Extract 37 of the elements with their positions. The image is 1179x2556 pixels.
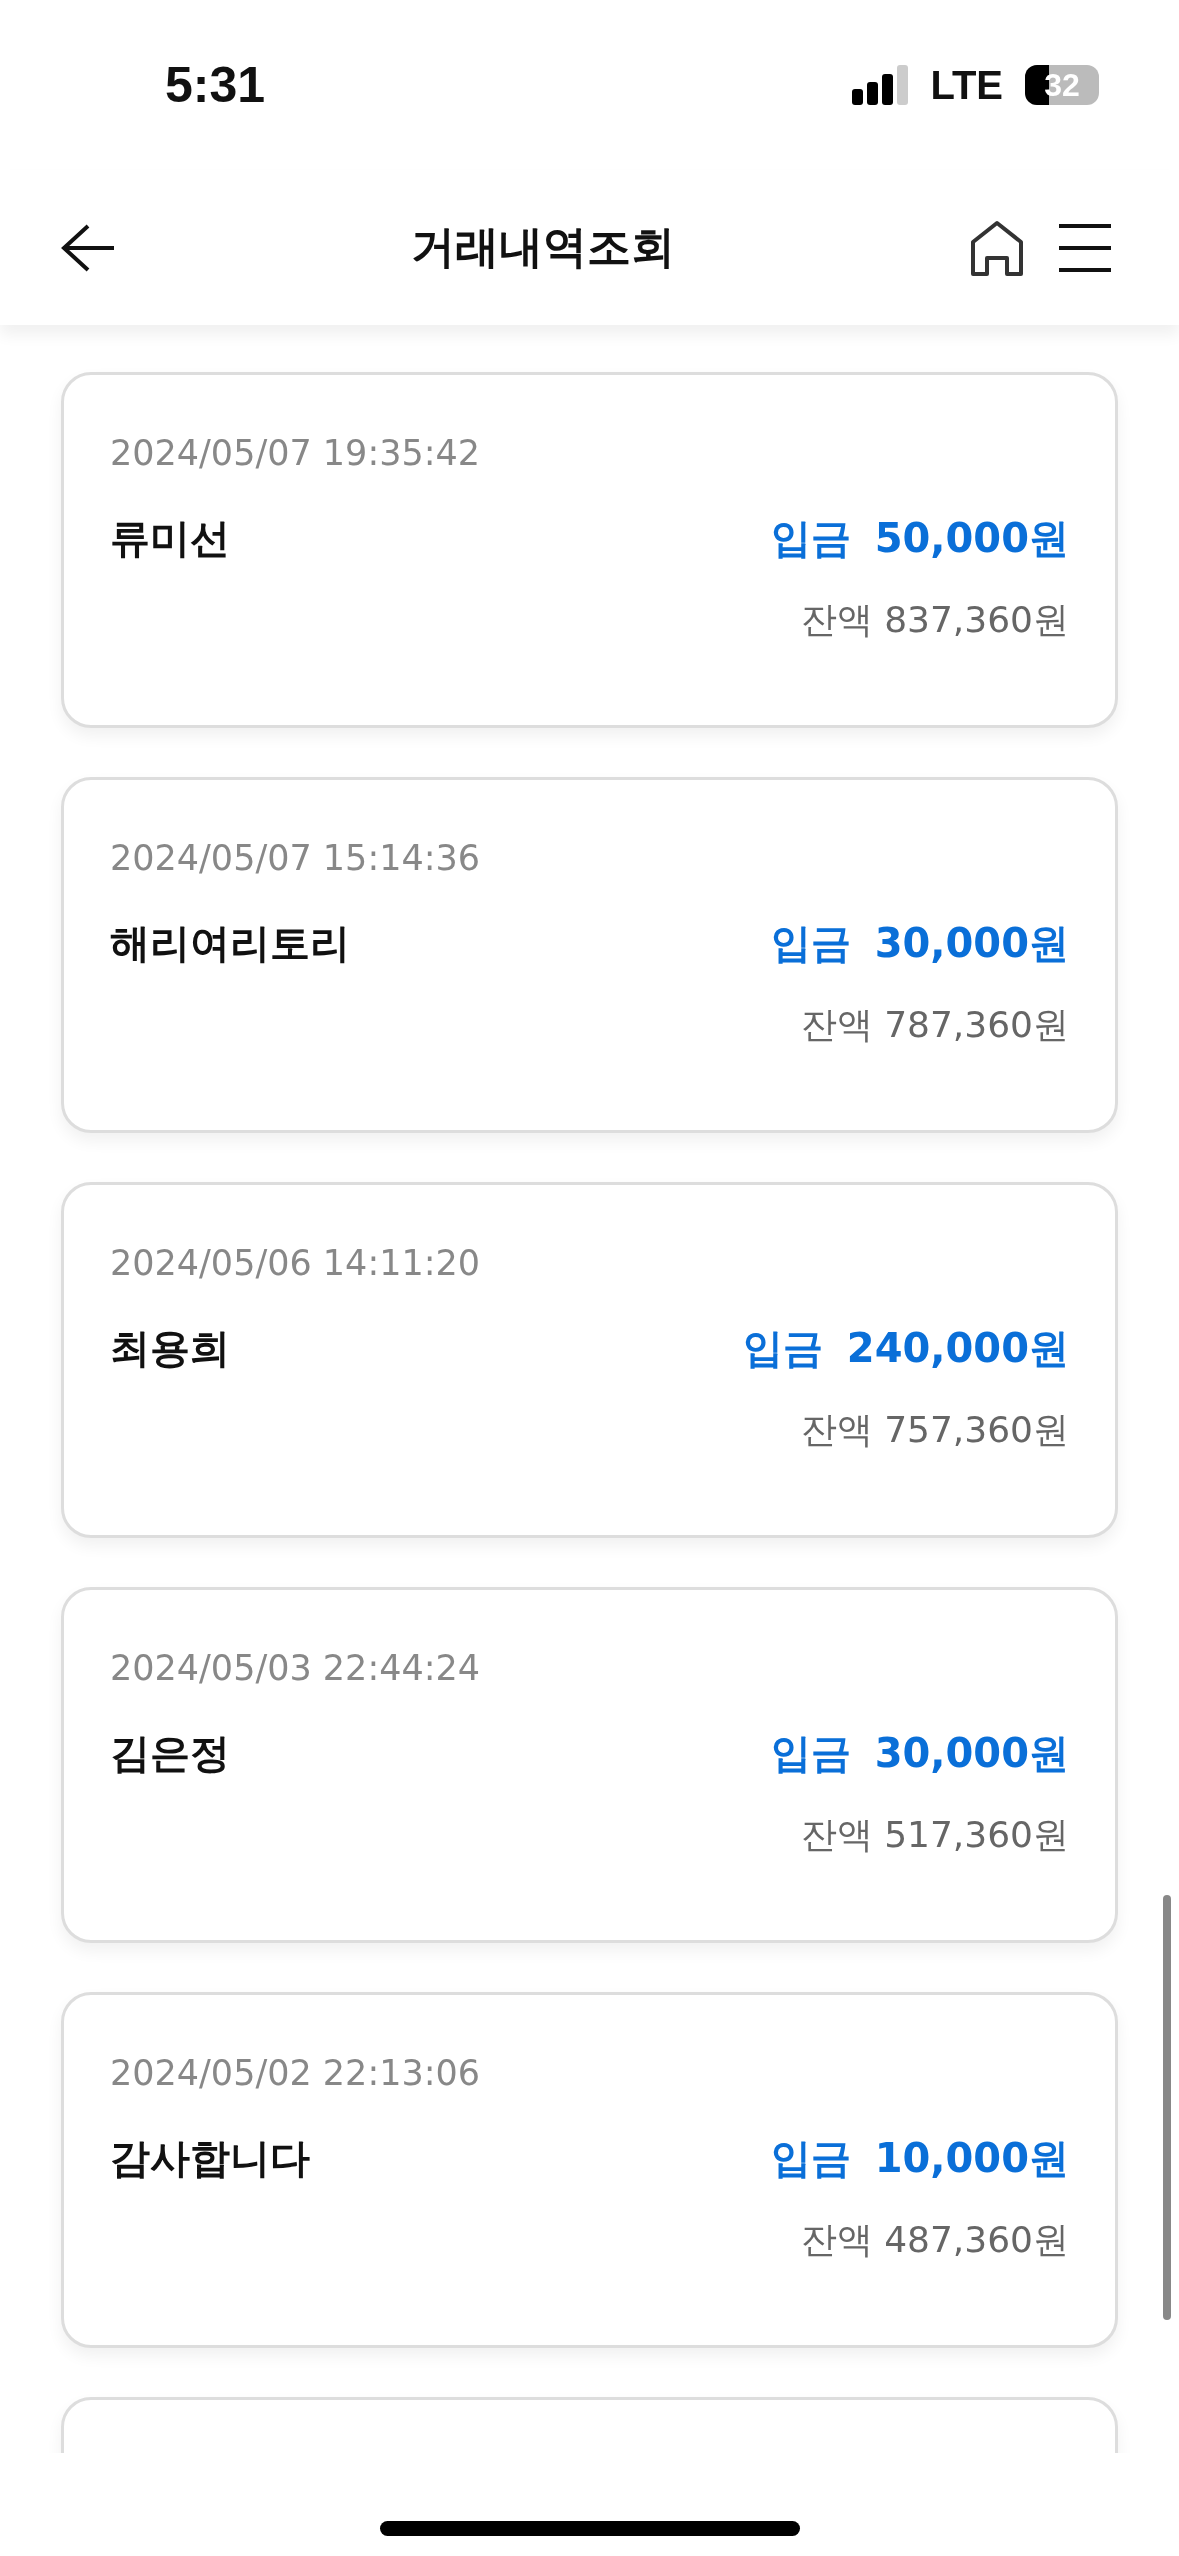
balance-text: 잔액 837,360원 xyxy=(800,598,1069,642)
transaction-amount: 50,000원 xyxy=(874,514,1069,563)
transaction-datetime: 2024/05/07 15:14:36 xyxy=(110,838,482,878)
signal-icon xyxy=(852,65,909,105)
transaction-card[interactable]: 2024/05/06 14:11:20 최용희 입금 240,000원 잔액 757,360원 xyxy=(61,1182,1118,1538)
transaction-name: 감사합니다 xyxy=(110,2134,310,2183)
transaction-type: 입금 xyxy=(742,1324,823,1373)
transaction-type: 입금 xyxy=(770,1729,851,1778)
transaction-card[interactable]: 2024/05/02 22:13:06 감사합니다 입금 10,000원 잔액 487,360원 xyxy=(61,1992,1118,2348)
balance-text: 잔액 787,360원 xyxy=(800,1003,1069,1047)
transaction-datetime: 2024/05/06 14:11:20 xyxy=(110,1243,482,1283)
transaction-type: 입금 xyxy=(770,919,851,968)
transaction-type: 입금 xyxy=(770,514,851,563)
transaction-amount: 30,000원 xyxy=(874,919,1069,968)
transaction-card[interactable]: 2024/05/07 19:35:42 류미선 입금 50,000원 잔액 837,360원 xyxy=(61,372,1118,728)
transaction-amount: 30,000원 xyxy=(874,1729,1069,1778)
back-arrow-icon[interactable] xyxy=(60,222,116,273)
transaction-name: 류미선 xyxy=(110,514,230,563)
balance-text: 잔액 487,360원 xyxy=(800,2218,1069,2262)
transaction-card[interactable]: 2024/05/03 22:44:24 김은정 입금 30,000원 잔액 517,360원 xyxy=(61,1587,1118,1943)
transaction-card[interactable]: 2024/05/07 15:14:36 해리여리토리 입금 30,000원 잔액 787,360원 xyxy=(61,777,1118,1133)
transaction-datetime: 2024/05/03 22:44:24 xyxy=(110,1648,482,1688)
transaction-datetime: 2024/05/02 22:13:06 xyxy=(110,2053,482,2093)
transaction-amount: 240,000원 xyxy=(846,1324,1069,1373)
network-label: LTE xyxy=(930,62,1003,108)
home-icon[interactable] xyxy=(969,219,1025,276)
balance-text: 잔액 757,360원 xyxy=(800,1408,1069,1452)
page-title: 거래내역조회 xyxy=(410,220,675,274)
balance-text: 잔액 517,360원 xyxy=(800,1813,1069,1857)
transaction-amount: 10,000원 xyxy=(874,2134,1069,2183)
transaction-name: 해리여리토리 xyxy=(110,919,350,968)
transaction-datetime: 2024/05/07 19:35:42 xyxy=(110,433,482,473)
transaction-name: 김은정 xyxy=(110,1729,230,1778)
transaction-name: 최용희 xyxy=(110,1324,230,1373)
menu-icon[interactable] xyxy=(1059,222,1111,273)
status-time: 5:31 xyxy=(165,56,266,114)
transaction-type: 입금 xyxy=(770,2134,851,2183)
